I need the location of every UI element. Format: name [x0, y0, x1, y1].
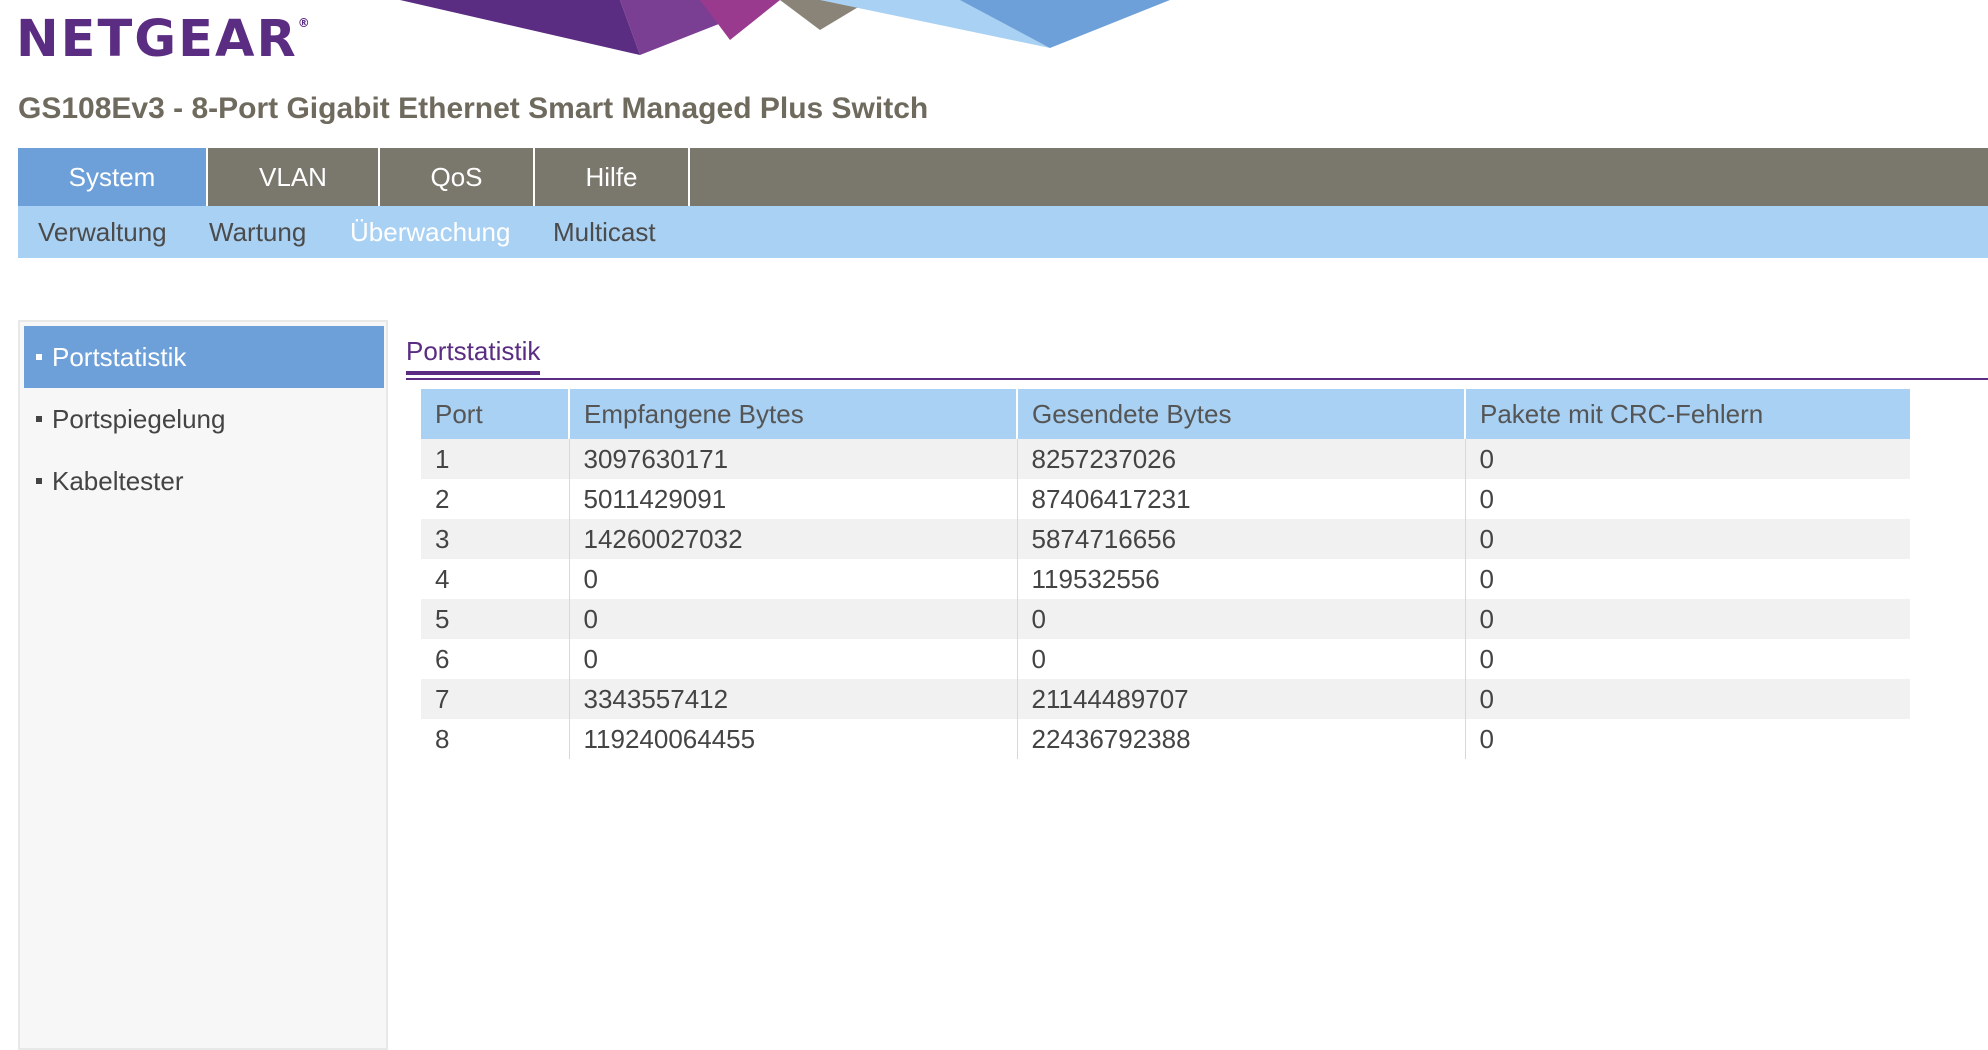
cell-sent-bytes: 0	[1017, 639, 1466, 679]
product-title: GS108Ev3 - 8-Port Gigabit Ethernet Smart…	[18, 92, 929, 125]
tab-system[interactable]: System	[18, 148, 208, 206]
column-header-port: Port	[421, 389, 570, 439]
column-header-crc-errors: Pakete mit CRC-Fehlern	[1465, 389, 1910, 439]
tab-qos[interactable]: QoS	[380, 148, 535, 206]
netgear-logo[interactable]: NETGEAR®	[16, 10, 312, 69]
cell-received-bytes: 0	[569, 639, 1018, 679]
subnav-verwaltung[interactable]: Verwaltung	[38, 206, 167, 258]
sidebar-item-label: Portstatistik	[52, 342, 187, 372]
sidebar-item-label: Portspiegelung	[52, 404, 226, 434]
cell-sent-bytes: 87406417231	[1017, 479, 1466, 519]
cell-received-bytes: 14260027032	[569, 519, 1018, 559]
cell-received-bytes: 0	[569, 599, 1018, 639]
cell-port: 4	[421, 559, 570, 599]
sub-nav: Verwaltung Wartung Überwachung Multicast	[18, 206, 1988, 258]
cell-crc-errors: 0	[1465, 439, 1910, 479]
cell-sent-bytes: 8257237026	[1017, 439, 1466, 479]
table-row: 2 5011429091 87406417231 0	[421, 479, 1910, 519]
table-row: 7 3343557412 21144489707 0	[421, 679, 1910, 719]
subnav-wartung[interactable]: Wartung	[209, 206, 306, 258]
subnav-ueberwachung[interactable]: Überwachung	[350, 206, 510, 258]
registered-mark: ®	[297, 16, 312, 30]
table-row: 1 3097630171 8257237026 0	[421, 439, 1910, 479]
content-tab-portstatistik: Portstatistik	[406, 336, 541, 375]
table-row: 5 0 0 0	[421, 599, 1910, 639]
bullet-icon	[36, 354, 42, 361]
cell-sent-bytes: 119532556	[1017, 559, 1466, 599]
cell-port: 7	[421, 679, 570, 719]
port-statistics-table: Port Empfangene Bytes Gesendete Bytes Pa…	[421, 389, 1910, 759]
table-row: 6 0 0 0	[421, 639, 1910, 679]
table-row: 4 0 119532556 0	[421, 559, 1910, 599]
sidebar-item-portspiegelung[interactable]: Portspiegelung	[24, 388, 384, 450]
bullet-icon	[36, 416, 42, 423]
header-banner-graphic	[400, 0, 1170, 55]
cell-received-bytes: 3097630171	[569, 439, 1018, 479]
cell-received-bytes: 0	[569, 559, 1018, 599]
table-row: 3 14260027032 5874716656 0	[421, 519, 1910, 559]
cell-port: 6	[421, 639, 570, 679]
cell-received-bytes: 5011429091	[569, 479, 1018, 519]
cell-crc-errors: 0	[1465, 519, 1910, 559]
table-row: 8 119240064455 22436792388 0	[421, 719, 1910, 759]
cell-port: 5	[421, 599, 570, 639]
sidebar-item-portstatistik[interactable]: Portstatistik	[24, 326, 384, 388]
cell-crc-errors: 0	[1465, 599, 1910, 639]
cell-crc-errors: 0	[1465, 639, 1910, 679]
column-header-sent-bytes: Gesendete Bytes	[1017, 389, 1466, 439]
cell-port: 8	[421, 719, 570, 759]
bullet-icon	[36, 478, 42, 485]
cell-crc-errors: 0	[1465, 719, 1910, 759]
cell-crc-errors: 0	[1465, 679, 1910, 719]
cell-crc-errors: 0	[1465, 559, 1910, 599]
sidebar-item-kabeltester[interactable]: Kabeltester	[24, 450, 384, 512]
tab-vlan[interactable]: VLAN	[208, 148, 380, 206]
main-nav: System VLAN QoS Hilfe	[18, 148, 1988, 206]
subnav-multicast[interactable]: Multicast	[553, 206, 656, 258]
sidebar-item-label: Kabeltester	[52, 466, 184, 496]
column-header-received-bytes: Empfangene Bytes	[569, 389, 1018, 439]
cell-received-bytes: 3343557412	[569, 679, 1018, 719]
page: NETGEAR® GS108Ev3 - 8-Port Gigabit Ether…	[0, 0, 1988, 1050]
cell-sent-bytes: 21144489707	[1017, 679, 1466, 719]
table-header-row: Port Empfangene Bytes Gesendete Bytes Pa…	[421, 389, 1910, 439]
cell-received-bytes: 119240064455	[569, 719, 1018, 759]
cell-sent-bytes: 0	[1017, 599, 1466, 639]
cell-sent-bytes: 5874716656	[1017, 519, 1466, 559]
logo-text: NETGEAR	[16, 10, 298, 69]
tab-hilfe[interactable]: Hilfe	[535, 148, 690, 206]
content-divider	[406, 378, 1988, 380]
cell-port: 1	[421, 439, 570, 479]
cell-crc-errors: 0	[1465, 479, 1910, 519]
cell-port: 2	[421, 479, 570, 519]
cell-sent-bytes: 22436792388	[1017, 719, 1466, 759]
sidebar: Portstatistik Portspiegelung Kabeltester	[18, 320, 388, 1050]
cell-port: 3	[421, 519, 570, 559]
